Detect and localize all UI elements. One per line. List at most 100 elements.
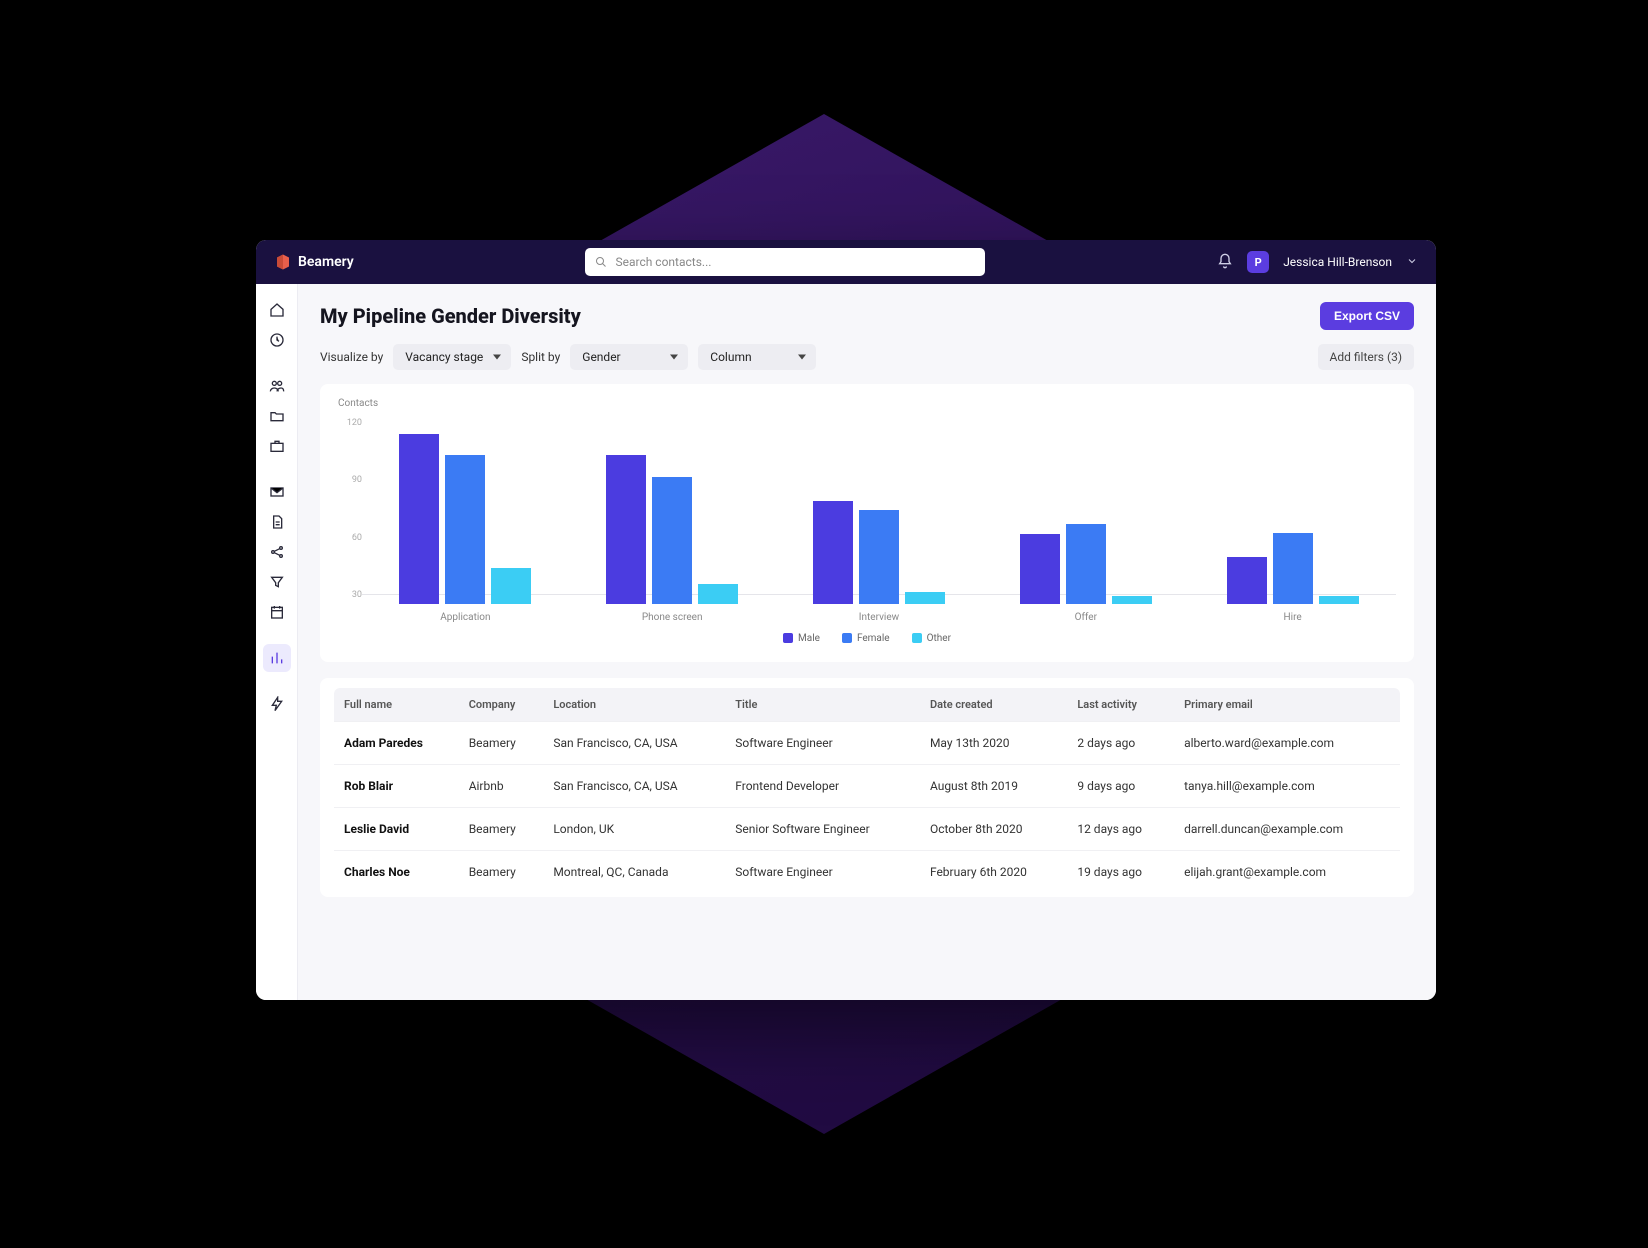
- contacts-table-card: Full nameCompanyLocationTitleDate create…: [320, 678, 1414, 897]
- table-cell: London, UK: [543, 808, 725, 851]
- table-cell: August 8th 2019: [920, 765, 1067, 808]
- table-row[interactable]: Adam ParedesBeamerySan Francisco, CA, US…: [334, 722, 1400, 765]
- notifications-icon[interactable]: [1217, 253, 1233, 272]
- chart-bar[interactable]: [1227, 557, 1267, 604]
- chart-bar[interactable]: [1020, 534, 1060, 604]
- table-column-header[interactable]: Location: [543, 688, 725, 722]
- chart-bar[interactable]: [1319, 596, 1359, 604]
- table-column-header[interactable]: Last activity: [1067, 688, 1174, 722]
- legend-label: Other: [927, 633, 951, 644]
- table-cell: San Francisco, CA, USA: [543, 765, 725, 808]
- legend-label: Male: [798, 633, 820, 644]
- table-cell: Adam Paredes: [334, 722, 459, 765]
- chart-bar[interactable]: [652, 477, 692, 604]
- user-name[interactable]: Jessica Hill-Brenson: [1283, 255, 1392, 269]
- table-cell: May 13th 2020: [920, 722, 1067, 765]
- chart-layout-dropdown[interactable]: Column: [698, 344, 816, 370]
- table-row[interactable]: Leslie DavidBeameryLondon, UKSenior Soft…: [334, 808, 1400, 851]
- table-cell: Montreal, QC, Canada: [543, 851, 725, 894]
- table-column-header[interactable]: Title: [725, 688, 920, 722]
- chart-group-bars: [1227, 422, 1359, 604]
- nav-home-icon[interactable]: [263, 296, 291, 324]
- nav-automation-icon[interactable]: [263, 690, 291, 718]
- chart-bar[interactable]: [399, 434, 439, 604]
- chart-bar[interactable]: [1273, 533, 1313, 604]
- table-header-row: Full nameCompanyLocationTitleDate create…: [334, 688, 1400, 722]
- visualize-by-dropdown[interactable]: Vacancy stage: [393, 344, 511, 370]
- split-by-dropdown[interactable]: Gender: [570, 344, 688, 370]
- contacts-table: Full nameCompanyLocationTitleDate create…: [334, 688, 1400, 893]
- nav-document-icon[interactable]: [263, 508, 291, 536]
- chart-bar[interactable]: [606, 455, 646, 604]
- table-cell: Beamery: [459, 851, 544, 894]
- table-cell: Beamery: [459, 808, 544, 851]
- nav-recent-icon[interactable]: [263, 326, 291, 354]
- chart-bar[interactable]: [491, 568, 531, 604]
- chart-bar[interactable]: [445, 455, 485, 604]
- y-tick-label: 120: [338, 418, 362, 428]
- legend-item[interactable]: Other: [912, 633, 951, 644]
- search-input[interactable]: Search contacts...: [585, 248, 985, 276]
- chart-group: Hire: [1189, 422, 1396, 623]
- nav-briefcase-icon[interactable]: [263, 432, 291, 460]
- chart-category-label: Application: [440, 612, 490, 623]
- table-row[interactable]: Charles NoeBeameryMontreal, QC, CanadaSo…: [334, 851, 1400, 894]
- table-cell: 2 days ago: [1067, 722, 1174, 765]
- legend-swatch-icon: [912, 633, 922, 643]
- table-cell: alberto.ward@example.com: [1174, 722, 1400, 765]
- chart-bar[interactable]: [698, 584, 738, 604]
- chart-bar[interactable]: [1066, 524, 1106, 604]
- page-title: My Pipeline Gender Diversity: [320, 304, 581, 328]
- y-tick-label: 90: [338, 475, 362, 485]
- nav-calendar-icon[interactable]: [263, 598, 291, 626]
- table-cell: darrell.duncan@example.com: [1174, 808, 1400, 851]
- chart-group-bars: [606, 422, 738, 604]
- topbar: Beamery Search contacts... P Jessica Hil…: [256, 240, 1436, 284]
- chart-bar[interactable]: [1112, 596, 1152, 604]
- nav-mail-icon[interactable]: [263, 478, 291, 506]
- app-window: Beamery Search contacts... P Jessica Hil…: [256, 240, 1436, 1000]
- table-cell: February 6th 2020: [920, 851, 1067, 894]
- add-filters-button[interactable]: Add filters (3): [1318, 344, 1414, 370]
- table-column-header[interactable]: Date created: [920, 688, 1067, 722]
- table-cell: 19 days ago: [1067, 851, 1174, 894]
- table-cell: Leslie David: [334, 808, 459, 851]
- table-cell: Charles Noe: [334, 851, 459, 894]
- table-cell: Rob Blair: [334, 765, 459, 808]
- table-cell: Software Engineer: [725, 722, 920, 765]
- chart-category-label: Offer: [1075, 612, 1097, 623]
- table-column-header[interactable]: Company: [459, 688, 544, 722]
- chart-legend: Male Female Other: [338, 633, 1396, 644]
- nav-analytics-icon[interactable]: [263, 644, 291, 672]
- nav-folder-icon[interactable]: [263, 402, 291, 430]
- legend-item[interactable]: Female: [842, 633, 890, 644]
- table-column-header[interactable]: Full name: [334, 688, 459, 722]
- nav-share-icon[interactable]: [263, 538, 291, 566]
- legend-item[interactable]: Male: [783, 633, 820, 644]
- table-cell: Frontend Developer: [725, 765, 920, 808]
- chart-y-axis-title: Contacts: [338, 398, 1396, 409]
- chart-bar-groups: ApplicationPhone screenInterviewOfferHir…: [362, 413, 1396, 623]
- chart-bar[interactable]: [905, 592, 945, 604]
- nav-people-icon[interactable]: [263, 372, 291, 400]
- chart-group: Offer: [982, 422, 1189, 623]
- table-cell: October 8th 2020: [920, 808, 1067, 851]
- chart-bar[interactable]: [813, 501, 853, 604]
- toolbar: Visualize by Vacancy stage Split by Gend…: [320, 344, 1414, 370]
- chart-plot: 120906030 ApplicationPhone screenIntervi…: [362, 413, 1396, 623]
- table-body: Adam ParedesBeamerySan Francisco, CA, US…: [334, 722, 1400, 894]
- chart-group: Application: [362, 422, 569, 623]
- nav-filter-icon[interactable]: [263, 568, 291, 596]
- brand-logo[interactable]: Beamery: [274, 253, 354, 271]
- export-csv-button[interactable]: Export CSV: [1320, 302, 1414, 330]
- y-tick-label: 30: [338, 590, 362, 600]
- chart-bar[interactable]: [859, 510, 899, 604]
- user-menu-chevron-icon[interactable]: [1406, 255, 1418, 270]
- avatar[interactable]: P: [1247, 251, 1269, 273]
- table-column-header[interactable]: Primary email: [1174, 688, 1400, 722]
- table-cell: tanya.hill@example.com: [1174, 765, 1400, 808]
- table-row[interactable]: Rob BlairAirbnbSan Francisco, CA, USAFro…: [334, 765, 1400, 808]
- table-cell: 12 days ago: [1067, 808, 1174, 851]
- split-by-label: Split by: [521, 350, 560, 364]
- chart-category-label: Hire: [1284, 612, 1302, 623]
